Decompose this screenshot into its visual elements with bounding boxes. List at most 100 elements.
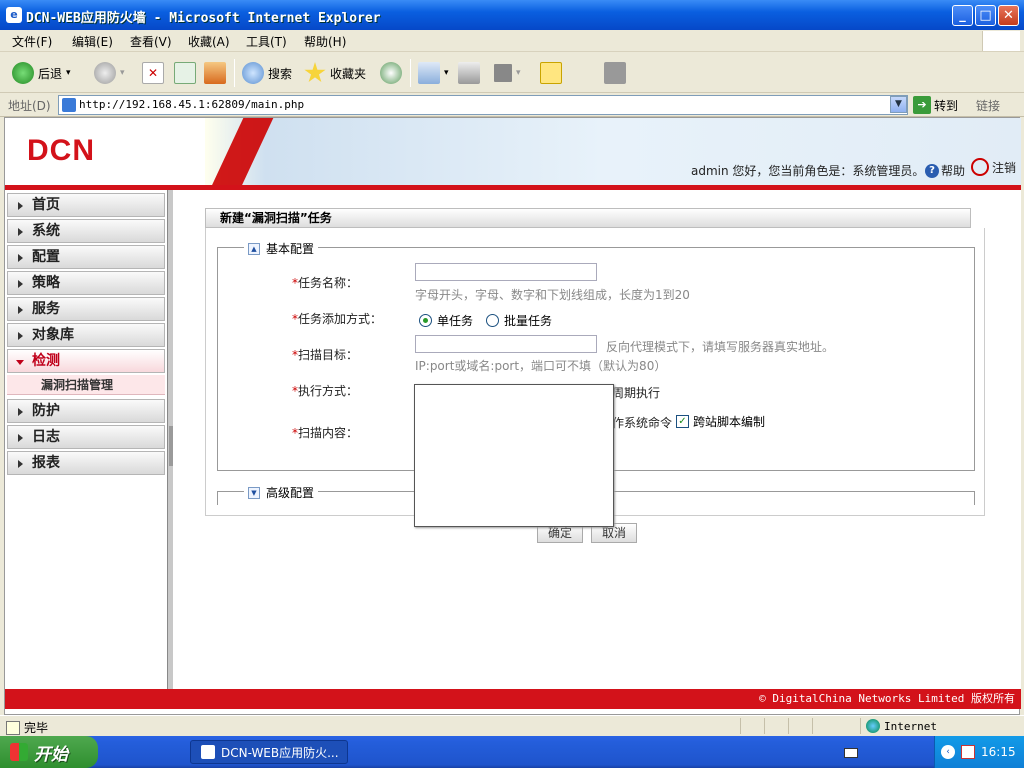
status-cell [788,718,789,734]
start-button[interactable]: 开始 [0,736,98,768]
security-zone: Internet [866,719,937,733]
help-label: 帮助 [941,164,966,178]
advanced-config-label: 高级配置 [266,486,315,500]
sidebar-item-home[interactable]: 首页 [7,193,165,217]
ie-icon [201,745,215,759]
sidebar-item-label: 防护 [32,403,60,419]
back-button[interactable]: 后退 ▾ [12,61,71,85]
menu-file[interactable]: 文件(F) [12,33,52,50]
sidebar: 首页 系统 配置 策略 服务 对象库 检测 漏洞扫描管理 防护 日志 报表 [5,190,167,690]
sidebar-item-protect[interactable]: 防护 [7,399,165,423]
sidebar-item-log[interactable]: 日志 [7,425,165,449]
sidebar-item-objects[interactable]: 对象库 [7,323,165,347]
key-icon [971,158,989,176]
menu-edit[interactable]: 编辑(E) [72,33,113,50]
edit-button[interactable]: ▾ [494,61,521,85]
content-os-command-option[interactable]: 作系统命令 [612,414,672,431]
basic-config-legend[interactable]: ▲ 基本配置 [244,240,319,257]
print-icon [458,62,480,84]
window-titlebar[interactable]: e DCN-WEB应用防火墙 - Microsoft Internet Expl… [0,0,1024,30]
exec-mode-label: *执行方式： [292,384,359,398]
radio-single-task[interactable]: 单任务 [419,312,473,329]
add-mode-label: *任务添加方式： [292,312,383,326]
sidebar-item-label: 日志 [32,429,60,445]
checkmark-icon: ✓ [676,415,689,428]
status-cell [740,718,741,734]
help-link[interactable]: ? 帮助 [925,162,965,179]
task-name-input[interactable] [415,263,597,281]
back-label: 后退 [38,66,63,81]
discuss-button[interactable] [540,61,562,85]
status-cell [764,718,765,734]
expand-icon[interactable]: ▼ [248,486,260,499]
exec-periodic-option[interactable]: 周期执行 [612,384,660,401]
forward-button[interactable]: ▾ [94,61,125,85]
maximize-button[interactable]: □ [975,5,996,26]
address-bar: 地址(D) http://192.168.45.1:62809/main.php… [0,93,1024,117]
sidebar-item-policy[interactable]: 策略 [7,271,165,295]
advanced-config-legend[interactable]: ▼ 高级配置 [244,484,319,501]
address-dropdown-button[interactable]: ▼ [890,96,907,113]
radio-batch-task[interactable]: 批量任务 [486,312,552,329]
favorites-button[interactable]: 收藏夹 [304,61,366,85]
basic-config-label: 基本配置 [266,242,315,256]
sidebar-item-label: 对象库 [32,327,74,343]
status-bar: 完毕 Internet [0,715,1024,735]
globe-icon [866,719,880,733]
back-arrow-icon [12,62,34,84]
stop-button[interactable]: ✕ [142,61,164,85]
sidebar-item-label: 策略 [32,275,60,291]
sidebar-item-label: 检测 [32,353,60,369]
menu-favorites[interactable]: 收藏(A) [188,33,230,50]
content-xss-checkbox[interactable]: ✓ 跨站脚本编制 [676,413,765,430]
mail-button[interactable]: ▾ [418,61,449,85]
messenger-icon [604,62,626,84]
menu-help[interactable]: 帮助(H) [304,33,346,50]
links-button[interactable]: 链接 [976,97,1000,114]
show-hidden-icons-button[interactable]: ‹ [941,745,955,759]
sidebar-item-service[interactable]: 服务 [7,297,165,321]
sidebar-subitem-vuln-scan[interactable]: 漏洞扫描管理 [7,375,165,395]
collapse-icon[interactable]: ▲ [248,242,260,255]
messenger-button[interactable] [604,61,626,85]
stop-icon: ✕ [142,62,164,84]
window-title: DCN-WEB应用防火墙 - Microsoft Internet Explor… [26,11,381,26]
refresh-button[interactable] [174,61,196,85]
minimize-button[interactable]: _ [952,5,973,26]
favorites-label: 收藏夹 [330,66,367,81]
taskbar: 开始 DCN-WEB应用防火... ‹ 16:15 [0,736,1024,768]
scan-content-label: *扫描内容： [292,426,359,440]
home-button[interactable] [204,61,226,85]
forward-arrow-icon [94,62,116,84]
scan-target-hint-format: IP:port或域名:port，端口可不填（默认为80） [415,359,667,373]
close-button[interactable]: ✕ [998,5,1019,26]
windows-logo-icon [982,31,1020,51]
menu-view[interactable]: 查看(V) [130,33,172,50]
sidebar-item-config[interactable]: 配置 [7,245,165,269]
sidebar-item-report[interactable]: 报表 [7,451,165,475]
search-label: 搜索 [268,66,293,81]
go-button[interactable]: ➔ 转到 [913,96,958,114]
taskbar-item-ie[interactable]: DCN-WEB应用防火... [190,740,348,764]
user-greeting: admin 您好，您当前角色是：系统管理员。 [691,164,925,178]
history-button[interactable] [380,61,402,85]
menu-tools[interactable]: 工具(T) [246,33,287,50]
system-tray: ‹ 16:15 [934,736,1024,768]
keyboard-icon[interactable] [844,748,858,758]
toolbar-separator [410,59,411,87]
print-button[interactable] [458,61,480,85]
status-cell [860,718,861,734]
address-label: 地址(D) [8,99,51,113]
logout-link[interactable]: 注销 [971,158,1016,176]
scan-target-input[interactable] [415,335,597,353]
clock: 16:15 [981,745,1016,759]
task-name-label: *任务名称： [292,276,359,290]
blank-popup-layer[interactable] [414,384,614,527]
help-icon: ? [925,163,939,178]
sidebar-item-detect[interactable]: 检测 [7,349,165,373]
mail-icon [418,62,440,84]
network-icon[interactable] [961,745,975,759]
search-button[interactable]: 搜索 [242,61,292,85]
sidebar-item-system[interactable]: 系统 [7,219,165,243]
address-input[interactable]: http://192.168.45.1:62809/main.php [58,95,908,115]
